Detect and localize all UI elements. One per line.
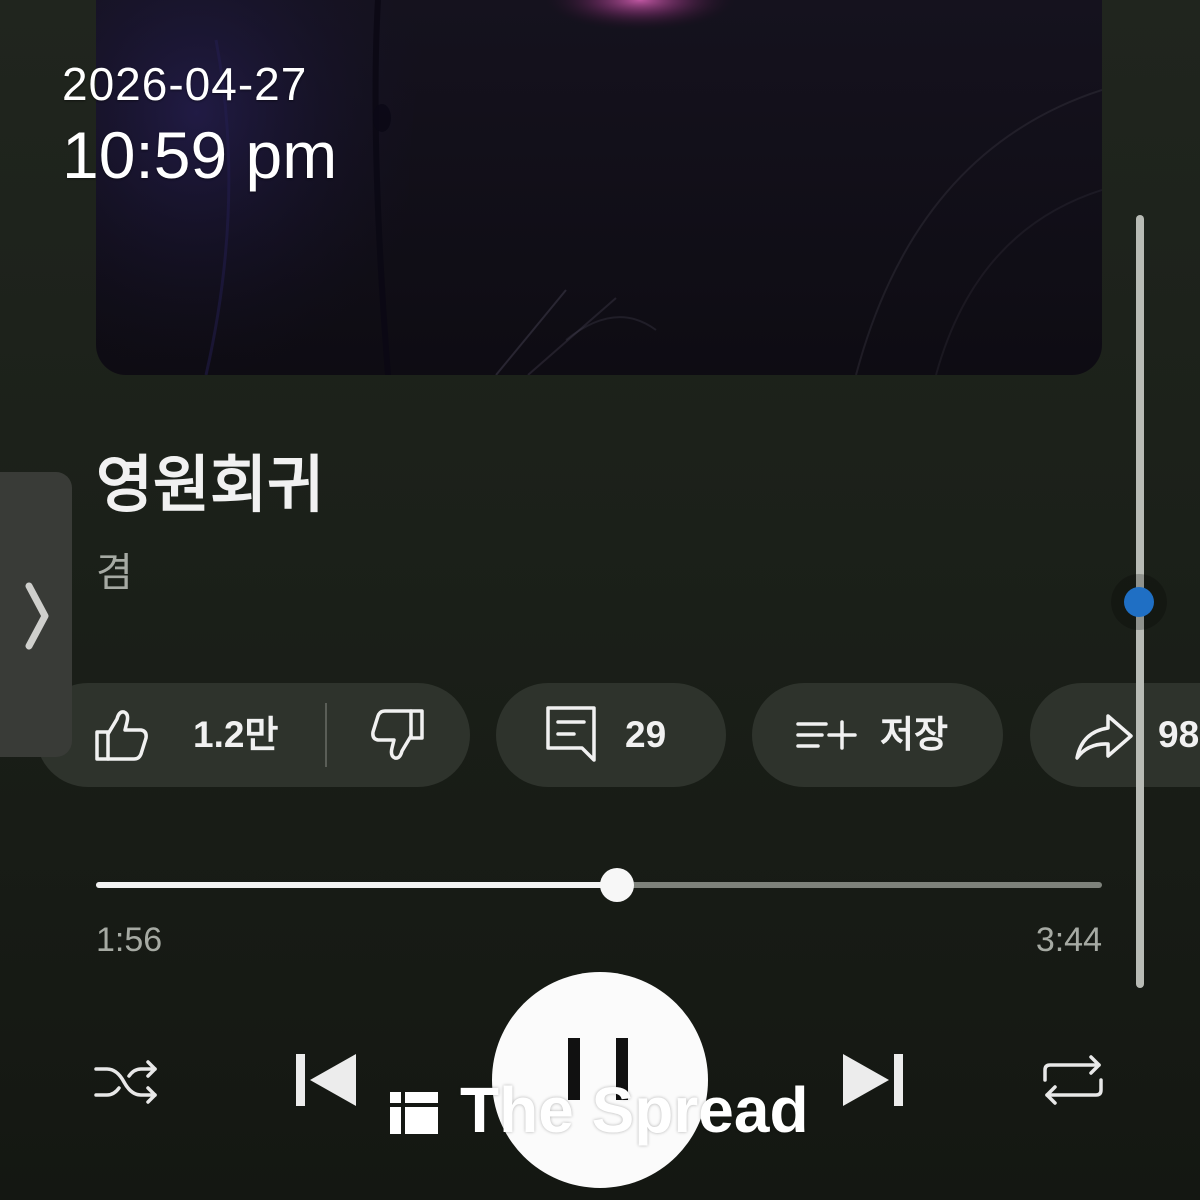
save-label: 저장	[880, 714, 949, 755]
progress-bar[interactable]	[96, 868, 1102, 902]
track-title: 영원회귀	[96, 451, 325, 520]
like-button[interactable]: 1.2만	[36, 683, 325, 787]
next-button[interactable]	[841, 1053, 905, 1107]
repeat-icon	[1043, 1055, 1103, 1105]
share-count: 98	[1158, 714, 1200, 755]
playlist-add-icon	[796, 720, 857, 750]
progress-played	[96, 882, 618, 888]
previous-button[interactable]	[294, 1053, 358, 1107]
like-dislike-chip: 1.2만	[36, 683, 470, 787]
watermark: The Spread	[390, 1074, 820, 1146]
skip-next-icon	[843, 1054, 903, 1106]
save-button[interactable]: 저장	[752, 683, 1003, 787]
elapsed-time: 1:56	[96, 921, 163, 959]
watermark-logo-icon	[390, 1092, 438, 1134]
track-artist[interactable]: 겸	[96, 553, 133, 593]
progress-thumb[interactable]	[600, 868, 635, 902]
thumbs-up-icon	[95, 710, 148, 761]
thumbs-down-icon	[371, 709, 424, 760]
shuffle-button[interactable]	[93, 1055, 159, 1109]
timestamp-date: 2026-04-27	[62, 58, 308, 110]
action-chip-row: 1.2만 29 저장 98	[0, 683, 1200, 787]
comment-icon	[546, 706, 596, 762]
music-player-screen: 2026-04-27 10:59 pm 영원회귀 겸 1.2만 29 저장 98…	[0, 0, 1200, 1200]
watermark-text: The Spread	[460, 1074, 809, 1146]
share-button[interactable]: 98	[1030, 683, 1200, 787]
repeat-button[interactable]	[1041, 1053, 1105, 1107]
comments-count: 29	[625, 714, 667, 755]
share-icon	[1075, 714, 1133, 760]
floating-indicator-dot[interactable]	[1124, 587, 1154, 617]
like-count: 1.2만	[193, 714, 279, 755]
timestamp-time: 10:59 pm	[62, 118, 338, 192]
total-duration: 3:44	[1035, 921, 1102, 959]
chevron-right-icon	[25, 582, 49, 650]
side-panel-handle[interactable]	[0, 472, 72, 757]
comments-button[interactable]: 29	[496, 683, 726, 787]
skip-previous-icon	[296, 1054, 356, 1106]
dislike-button[interactable]	[327, 683, 470, 787]
shuffle-icon	[94, 1060, 157, 1104]
